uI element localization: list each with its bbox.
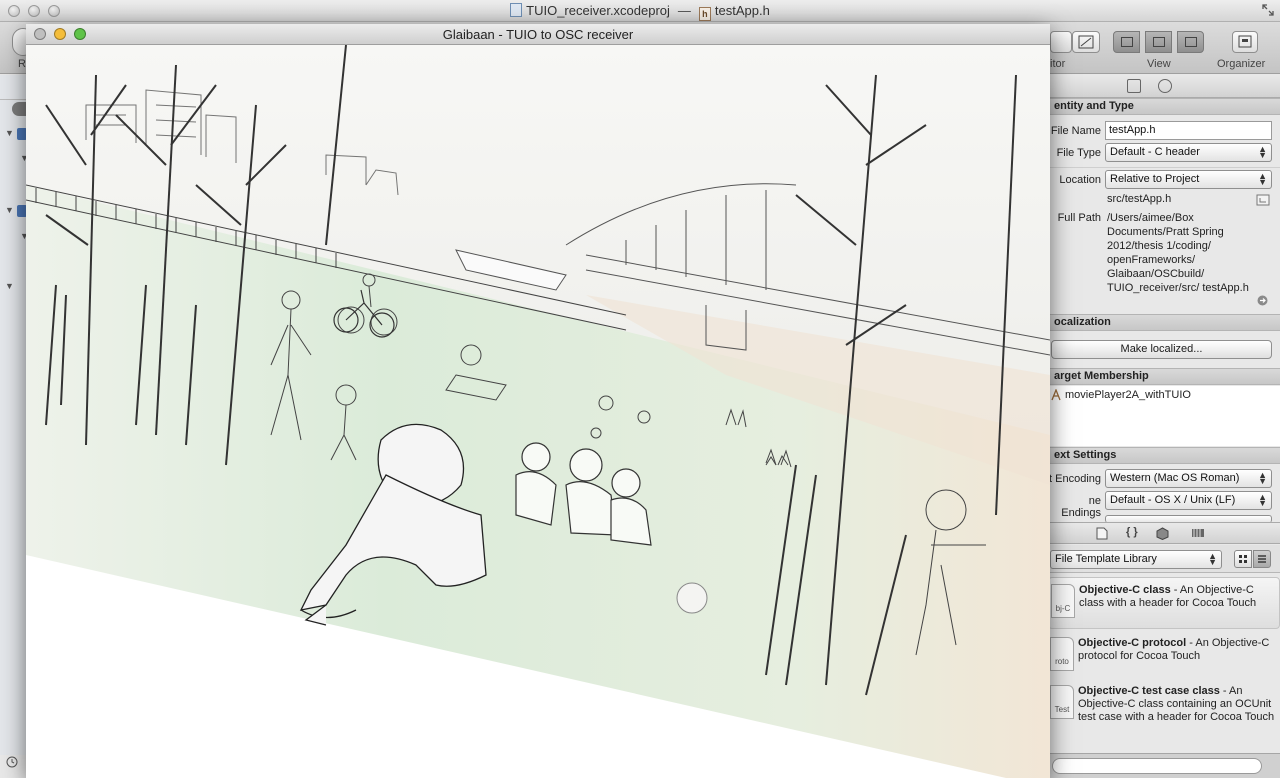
file-name-field[interactable]: testApp.h <box>1105 121 1272 140</box>
disclosure-triangle-icon[interactable]: ▼ <box>5 128 14 138</box>
header-file-icon: h <box>698 7 711 21</box>
localization-header[interactable]: ocalization <box>1048 314 1280 331</box>
code-snippet-library-icon[interactable]: { } <box>1126 526 1138 538</box>
library-selector-row: File Template Library ▲ ▼ <box>1048 545 1280 573</box>
library-item-title: Objective-C protocol <box>1078 637 1187 649</box>
editor-label: itor <box>1050 58 1066 70</box>
tuio-canvas[interactable] <box>26 45 1050 778</box>
reveal-in-finder-icon[interactable] <box>1257 295 1268 306</box>
object-library-icon[interactable] <box>1156 527 1169 540</box>
popup-arrows-icon: ▲ ▼ <box>1258 492 1267 508</box>
organizer-label: Organizer <box>1217 58 1266 70</box>
navigator-pane-icon <box>1121 37 1133 47</box>
target-name[interactable]: moviePlayer2A_withTUIO <box>1065 389 1191 401</box>
inspector-tab-bar <box>1048 75 1280 98</box>
xcode-window-title: TUIO_receiver.xcodeproj — h testApp.h <box>0 3 1280 21</box>
objc-test-file-icon: Test <box>1050 685 1074 719</box>
library-item-title: Objective-C test case class <box>1078 685 1220 697</box>
library-item-objc-protocol[interactable]: roto Objective-C protocol - An Objective… <box>1048 631 1280 683</box>
tuio-window-titlebar[interactable]: Glaibaan - TUIO to OSC receiver <box>26 24 1050 45</box>
file-template-library-icon[interactable] <box>1096 527 1108 540</box>
popup-arrows-icon: ▲ ▼ <box>1258 470 1267 486</box>
text-settings-header[interactable]: ext Settings <box>1048 447 1280 464</box>
file-type-label: File Type <box>1056 147 1101 159</box>
file-name-label: File Name <box>1050 125 1101 137</box>
text-encoding-label: t Encoding <box>1049 473 1101 485</box>
location-value: Relative to Project <box>1110 173 1200 185</box>
library-popup[interactable]: File Template Library ▲ ▼ <box>1050 550 1222 569</box>
line-endings-label: ne Endings <box>1061 495 1101 519</box>
toggle-navigator-button[interactable] <box>1113 31 1140 53</box>
popup-arrows-icon: ▲ ▼ <box>1208 551 1217 567</box>
organizer-icon <box>1238 35 1252 48</box>
organizer-button[interactable] <box>1232 31 1258 53</box>
park-sketch-illustration <box>26 45 1050 778</box>
tuio-receiver-window: Glaibaan - TUIO to OSC receiver <box>26 24 1050 778</box>
ball-sketch <box>676 582 708 614</box>
library-filter-bar <box>1048 753 1280 778</box>
project-name: TUIO_receiver.xcodeproj <box>526 3 670 18</box>
disclosure-triangle-icon[interactable]: ▼ <box>5 205 14 215</box>
tuio-window-title: Glaibaan - TUIO to OSC receiver <box>442 27 634 42</box>
location-label: Location <box>1059 174 1101 186</box>
fullscreen-icon[interactable] <box>1262 4 1274 16</box>
icon-view-button[interactable] <box>1234 550 1252 568</box>
objc-protocol-file-icon: roto <box>1050 637 1074 671</box>
target-membership-header[interactable]: arget Membership <box>1048 368 1280 385</box>
list-view-button[interactable] <box>1253 550 1271 568</box>
library-filter-field[interactable] <box>1052 758 1262 774</box>
popup-arrows-icon: ▲ ▼ <box>1258 144 1267 160</box>
relative-path: src/testApp.h <box>1107 193 1172 205</box>
view-label: View <box>1147 58 1171 70</box>
make-localized-button[interactable]: Make localized... <box>1051 340 1272 359</box>
location-popup[interactable]: Relative to Project ▲ ▼ <box>1105 170 1272 189</box>
library-item-title: Objective-C class <box>1079 584 1171 596</box>
toggle-utilities-button[interactable] <box>1177 31 1204 53</box>
library-item-objc-class[interactable]: bj-C Objective-C class - An Objective-C … <box>1048 577 1280 629</box>
editor-assistant-button[interactable] <box>1050 31 1072 53</box>
choose-folder-icon[interactable] <box>1256 194 1270 206</box>
line-endings-popup[interactable]: Default - OS X / Unix (LF) ▲ ▼ <box>1105 491 1272 510</box>
title-separator: — <box>677 3 691 18</box>
file-inspector: entity and Type File Name testApp.h File… <box>1048 75 1280 778</box>
target-app-icon <box>1051 389 1061 401</box>
grid-icon <box>1239 555 1247 563</box>
list-icon <box>1258 555 1266 563</box>
identity-and-type-header[interactable]: entity and Type <box>1048 98 1280 115</box>
file-inspector-tab-icon[interactable] <box>1127 79 1141 93</box>
run-label: R <box>18 58 26 70</box>
text-encoding-popup[interactable]: Western (Mac OS Roman) ▲ ▼ <box>1105 469 1272 488</box>
file-type-value: Default - C header <box>1110 146 1200 158</box>
media-library-icon[interactable] <box>1191 528 1205 538</box>
line-endings-value: Default - OS X / Unix (LF) <box>1110 494 1236 506</box>
utilities-pane-icon <box>1185 37 1197 47</box>
clock-icon[interactable] <box>5 755 19 769</box>
project-navigator: ▼ ▼ ▼ ▼ ▼ <box>0 75 29 768</box>
full-path-value: /Users/aimee/Box Documents/Pratt Spring … <box>1107 212 1249 294</box>
text-encoding-value: Western (Mac OS Roman) <box>1110 472 1240 484</box>
quick-help-tab-icon[interactable] <box>1158 79 1172 93</box>
objc-class-file-icon: bj-C <box>1051 584 1075 618</box>
editor-version-button[interactable] <box>1072 31 1100 53</box>
full-path-label: Full Path <box>1057 212 1101 224</box>
file-type-popup[interactable]: Default - C header ▲ ▼ <box>1105 143 1272 162</box>
open-file-name: testApp.h <box>714 3 770 18</box>
disclosure-triangle-icon[interactable]: ▼ <box>5 281 14 291</box>
xcode-titlebar: TUIO_receiver.xcodeproj — h testApp.h <box>0 0 1280 22</box>
library-item-objc-test-case[interactable]: Test Objective-C test case class - An Ob… <box>1048 679 1280 731</box>
debug-pane-icon <box>1153 37 1165 47</box>
version-editor-icon <box>1078 35 1094 49</box>
toggle-debug-area-button[interactable] <box>1145 31 1172 53</box>
target-list: moviePlayer2A_withTUIO <box>1048 386 1280 446</box>
xcodeproj-icon <box>510 3 523 17</box>
popup-arrows-icon: ▲ ▼ <box>1258 171 1267 187</box>
library-tab-bar: { } <box>1048 522 1280 544</box>
library-popup-value: File Template Library <box>1055 553 1157 565</box>
